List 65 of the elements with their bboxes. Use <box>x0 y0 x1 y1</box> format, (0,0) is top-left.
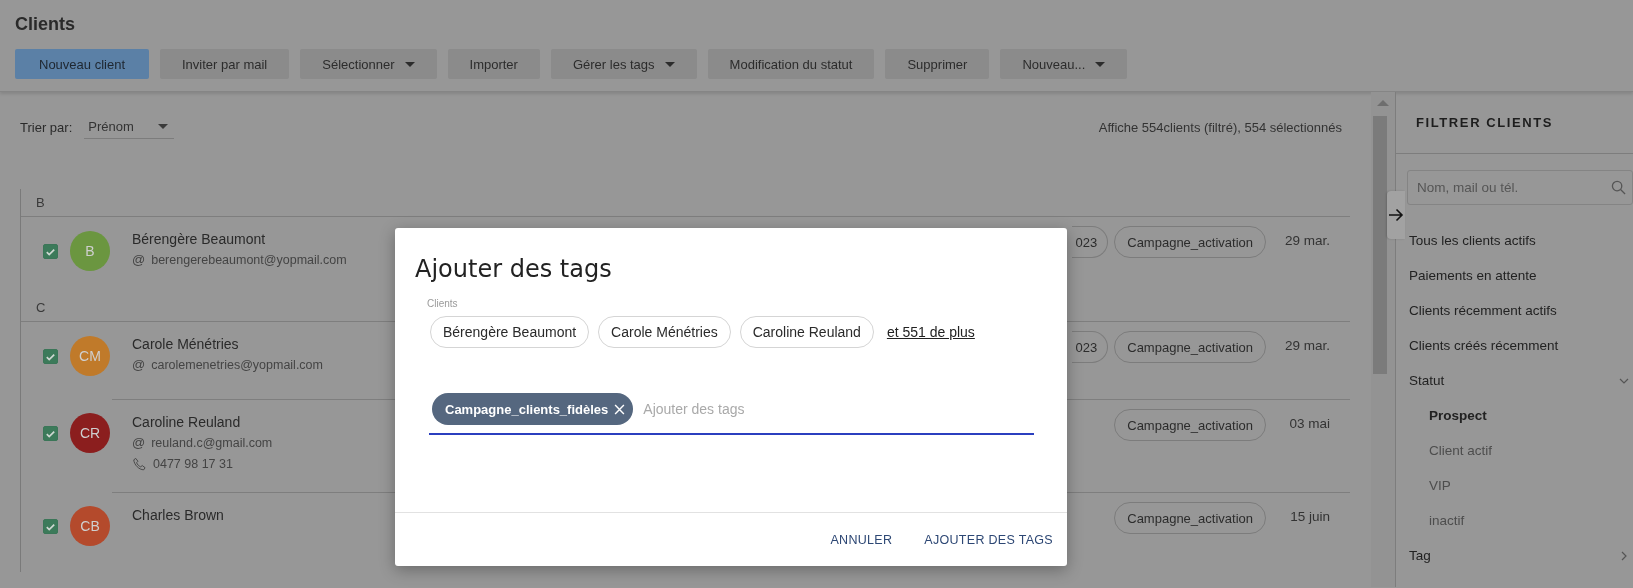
toolbar-button[interactable]: Importer <box>447 49 540 79</box>
section-letter: B <box>36 195 45 210</box>
sort-select[interactable]: Prénom <box>84 115 174 139</box>
status-filter-item[interactable]: inactif <box>1396 503 1633 538</box>
client-date: 03 mai <box>1288 416 1330 431</box>
remove-icon[interactable] <box>614 403 626 415</box>
avatar: CR <box>70 413 110 453</box>
search-icon <box>1611 180 1626 195</box>
sort-label: Trier par: <box>20 119 73 135</box>
client-date: 29 mar. <box>1283 338 1330 353</box>
client-email: reuland.c@gmail.com <box>151 435 273 452</box>
section-letter: C <box>36 300 46 315</box>
collapse-tab[interactable] <box>1387 191 1405 239</box>
status-filter-item[interactable]: VIP <box>1396 468 1633 503</box>
filter-item[interactable]: Tag <box>1406 538 1633 573</box>
row-checkbox[interactable] <box>43 244 58 259</box>
dialog-button[interactable]: AJOUTER DES TAGS <box>918 526 1059 553</box>
results-summary: Affiche 554clients (filtré), 554 sélectionnés <box>1098 119 1342 135</box>
tag-input[interactable]: Ajouter des tags <box>641 400 1034 418</box>
dialog-title: Ajouter des tags <box>414 254 613 284</box>
avatar: B <box>70 231 110 271</box>
at-sign-icon: @ <box>132 356 146 374</box>
scrollbar-thumb[interactable] <box>1373 116 1387 374</box>
caret-icon <box>1095 61 1106 67</box>
toolbar-button[interactable]: Sélectionner <box>300 49 437 79</box>
client-email: carolemenetries@yopmail.com <box>151 357 323 374</box>
filter-item[interactable]: Statut <box>1406 363 1633 398</box>
phone-icon <box>132 456 147 472</box>
filter-item[interactable]: Clients créés récemment <box>1406 328 1633 363</box>
status-filter-item[interactable]: Prospect <box>1396 398 1633 433</box>
filter-item[interactable]: Paiements en attente <box>1406 258 1633 293</box>
toolbar-button[interactable]: Modification du statut <box>707 49 875 79</box>
client-date: 29 mar. <box>1283 233 1330 248</box>
scrollbar[interactable] <box>1371 92 1395 587</box>
tag-input-field[interactable]: Campagne_clients_fidèles Ajouter des tags <box>429 393 1034 435</box>
caret-icon <box>404 61 415 67</box>
row-checkbox[interactable] <box>43 426 58 441</box>
at-sign-icon: @ <box>132 251 146 269</box>
toolbar-button[interactable]: Nouveau... <box>1000 49 1128 79</box>
client-email: berengerebeaumont@yopmail.com <box>151 252 347 269</box>
filter-title: FILTRER CLIENTS <box>1416 115 1554 130</box>
more-clients-link[interactable]: et 551 de plus <box>886 324 975 340</box>
arrow-right-icon <box>1388 208 1404 222</box>
dialog-button[interactable]: ANNULER <box>824 526 899 553</box>
search-input[interactable]: Nom, mail ou tél. <box>1415 179 1607 196</box>
at-sign-icon: @ <box>132 434 146 452</box>
client-phone: 0477 98 17 31 <box>153 456 233 473</box>
tag-chip: Campagne_clients_fidèles <box>432 393 634 425</box>
clients-label: Clients <box>426 297 459 309</box>
avatar: CM <box>70 336 110 376</box>
page-title: Clients <box>14 13 76 35</box>
search-field[interactable]: Nom, mail ou tél. <box>1407 170 1633 205</box>
row-checkbox[interactable] <box>43 349 58 364</box>
client-date: 15 juin <box>1289 509 1330 524</box>
row-checkbox[interactable] <box>43 519 58 534</box>
avatar: CB <box>70 506 110 546</box>
filter-item[interactable]: Clients récemment actifs <box>1406 293 1633 328</box>
caret-icon <box>664 61 675 67</box>
status-filter-item[interactable]: Client actif <box>1396 433 1633 468</box>
toolbar-button[interactable]: Gérer les tags <box>550 49 697 79</box>
toolbar-button[interactable]: Supprimer <box>885 49 990 79</box>
toolbar-button[interactable]: Inviter par mail <box>160 49 290 79</box>
filter-item[interactable]: Tous les clients actifs <box>1406 223 1633 258</box>
toolbar-button[interactable]: Nouveau client <box>15 49 149 79</box>
caret-icon <box>157 123 168 129</box>
